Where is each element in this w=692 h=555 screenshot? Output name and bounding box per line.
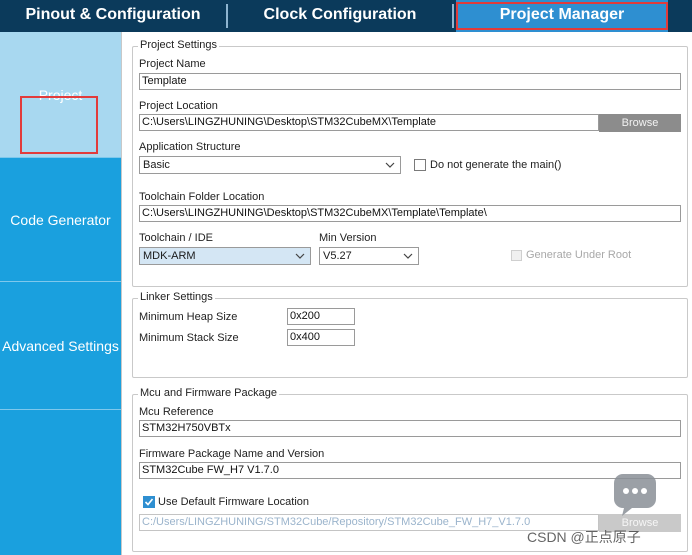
tab-label: Pinout & Configuration: [25, 6, 201, 23]
application-structure-select[interactable]: Basic: [139, 156, 401, 174]
watermark-text: CSDN @正点原子: [527, 529, 641, 545]
tab-label: Clock Configuration: [263, 6, 417, 23]
sidebar-item-code-generator[interactable]: Code Generator: [0, 158, 121, 281]
project-name-input[interactable]: Template: [139, 73, 681, 90]
sidebar-item-advanced-settings[interactable]: Advanced Settings: [0, 282, 121, 409]
minimum-stack-size-label: Minimum Stack Size: [139, 332, 239, 344]
min-version-select[interactable]: V5.27: [319, 247, 419, 265]
select-value: MDK-ARM: [143, 250, 196, 262]
sidebar-item-project[interactable]: Project: [0, 32, 121, 157]
group-title: Project Settings: [138, 39, 220, 51]
tab-clock-configuration[interactable]: Clock Configuration: [228, 0, 452, 32]
toolchain-ide-label: Toolchain / IDE: [139, 232, 213, 244]
sidebar-item-label: Advanced Settings: [2, 337, 119, 354]
toolchain-folder-label: Toolchain Folder Location: [139, 191, 265, 203]
divider: [0, 409, 121, 410]
tab-label: Project Manager: [499, 6, 625, 23]
sidebar-item-label: Code Generator: [10, 211, 111, 228]
use-default-firmware-location-checkbox[interactable]: [143, 496, 155, 508]
group-title: Mcu and Firmware Package: [138, 387, 279, 399]
tab-project-manager[interactable]: Project Manager: [456, 0, 668, 32]
group-title: Linker Settings: [138, 291, 215, 303]
toolchain-folder-input[interactable]: C:\Users\LINGZHUNING\Desktop\STM32CubeMX…: [139, 205, 681, 222]
toolchain-ide-select[interactable]: MDK-ARM: [139, 247, 311, 265]
project-location-label: Project Location: [139, 100, 218, 112]
browse-button[interactable]: Browse: [599, 114, 681, 132]
firmware-package-label: Firmware Package Name and Version: [139, 448, 325, 460]
generate-under-root-checkbox[interactable]: [511, 250, 522, 261]
select-value: Basic: [143, 159, 170, 171]
minimum-stack-size-input[interactable]: 0x400: [287, 329, 355, 346]
chevron-down-icon: [382, 157, 398, 173]
project-location-input[interactable]: C:\Users\LINGZHUNING\Desktop\STM32CubeMX…: [139, 114, 599, 131]
select-value: V5.27: [323, 250, 352, 262]
sidebar: Project Code Generator Advanced Settings: [0, 32, 121, 555]
mcu-reference-input[interactable]: STM32H750VBTx: [139, 420, 681, 437]
project-settings-group: Project Settings Project Name Template P…: [132, 39, 688, 287]
main-panel: Project Settings Project Name Template P…: [121, 32, 692, 555]
linker-settings-group: Linker Settings Minimum Heap Size 0x200 …: [132, 291, 688, 378]
firmware-package-input[interactable]: STM32Cube FW_H7 V1.7.0: [139, 462, 681, 479]
project-name-label: Project Name: [139, 58, 206, 70]
do-not-generate-main-checkbox[interactable]: [414, 159, 426, 171]
sidebar-item-label: Project: [38, 86, 83, 103]
top-tab-bar: Pinout & Configuration Clock Configurati…: [0, 0, 692, 32]
use-default-firmware-location-label: Use Default Firmware Location: [158, 496, 310, 508]
tab-divider: [452, 4, 454, 28]
do-not-generate-main-label: Do not generate the main(): [430, 159, 562, 171]
min-version-label: Min Version: [319, 232, 377, 244]
chevron-down-icon: [400, 248, 416, 264]
minimum-heap-size-label: Minimum Heap Size: [139, 311, 238, 323]
mcu-reference-label: Mcu Reference: [139, 406, 214, 418]
chat-bubble-icon: [612, 472, 658, 518]
generate-under-root-label: Generate Under Root: [526, 249, 632, 261]
minimum-heap-size-input[interactable]: 0x200: [287, 308, 355, 325]
chevron-down-icon: [292, 248, 308, 264]
application-structure-label: Application Structure: [139, 141, 241, 153]
tab-pinout-configuration[interactable]: Pinout & Configuration: [0, 0, 226, 32]
checkmark-icon: [144, 498, 154, 506]
